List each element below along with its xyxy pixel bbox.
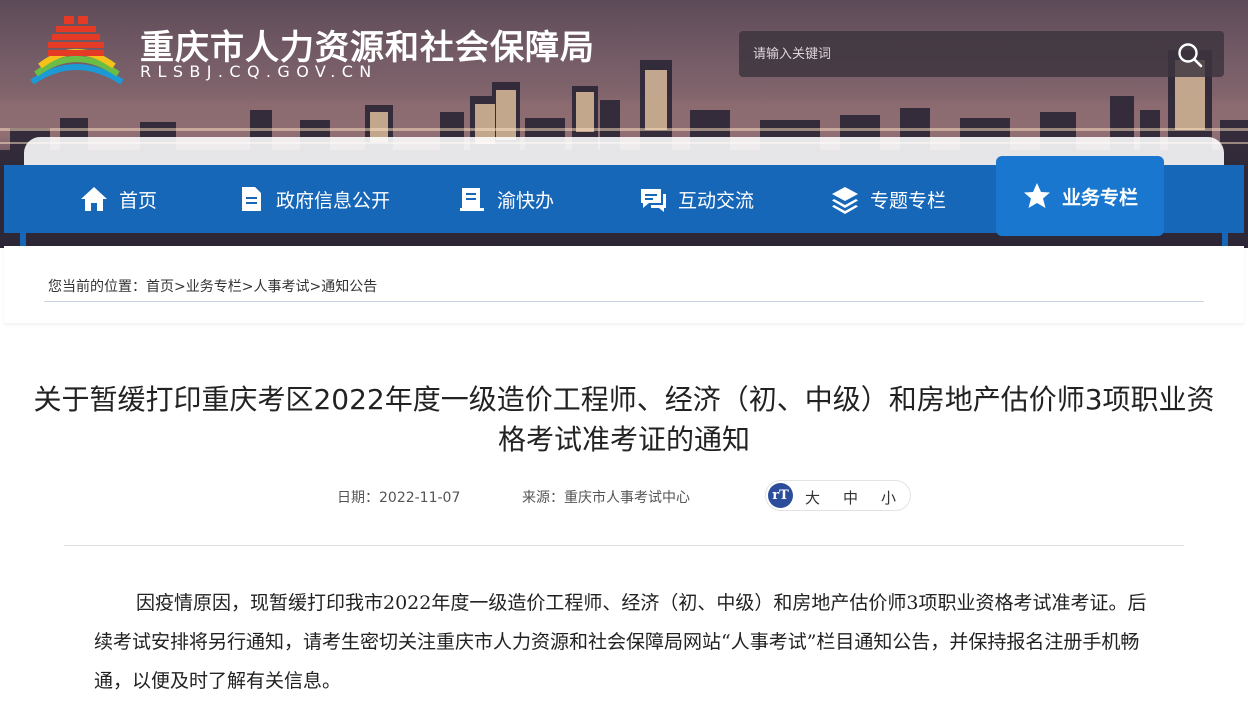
source-value: 重庆市人事考试中心	[564, 490, 690, 506]
nav-item-special-topics[interactable]: 专题专栏	[830, 165, 946, 233]
breadcrumb-separator: >	[241, 279, 254, 295]
page-root: 重庆市人力资源和社会保障局 RLSBJ.CQ.GOV.CN 首页 政府信息公开	[0, 0, 1248, 715]
article-body: 因疫情原因，现暂缓打印我市2022年度一级造价工程师、经济（初、中级）和房地产估…	[94, 584, 1154, 701]
nav-item-label: 首页	[119, 189, 158, 212]
search-bar	[739, 31, 1224, 77]
font-size-medium[interactable]: 中	[843, 487, 858, 508]
document-icon	[242, 187, 261, 211]
article-divider	[64, 545, 1184, 546]
breadcrumb-link-home[interactable]: 首页	[146, 279, 174, 295]
clipboard-icon	[460, 188, 484, 211]
breadcrumb-separator: >	[309, 279, 322, 295]
nav-item-label: 政府信息公开	[276, 189, 391, 212]
breadcrumb-prefix: 您当前的位置：	[48, 279, 146, 295]
date-label: 日期：	[337, 490, 379, 506]
nav-item-label: 互动交流	[678, 189, 755, 212]
breadcrumb-separator: >	[174, 279, 186, 295]
chat-icon	[641, 189, 666, 212]
breadcrumb-link-notice[interactable]: 通知公告	[321, 279, 377, 295]
nav-edge	[20, 233, 26, 247]
font-size-large[interactable]: 大	[805, 487, 820, 508]
nav-item-label: 专题专栏	[870, 189, 947, 212]
nav-item-label: 业务专栏	[1061, 186, 1138, 209]
layers-icon	[832, 187, 858, 214]
article-date: 日期：2022-11-07	[337, 487, 460, 507]
nav-item-yukuaiban[interactable]: 渝快办	[457, 165, 554, 233]
font-size-small[interactable]: 小	[881, 487, 896, 508]
article-paragraph: 因疫情原因，现暂缓打印我市2022年度一级造价工程师、经济（初、中级）和房地产估…	[94, 592, 1147, 692]
nav-item-home[interactable]: 首页	[79, 165, 157, 233]
nav-item-label: 渝快办	[497, 189, 555, 212]
home-icon	[81, 187, 107, 211]
font-size-icon: rT	[768, 483, 793, 508]
date-value: 2022-11-07	[379, 490, 461, 506]
rensheju-logo-icon	[30, 16, 124, 85]
breadcrumb-divider	[44, 301, 1204, 302]
search-icon[interactable]	[1177, 42, 1203, 68]
article-title: 关于暂缓打印重庆考区2022年度一级造价工程师、经济（初、中级）和房地产估价师3…	[33, 383, 1215, 456]
breadcrumb: 您当前的位置：首页>业务专栏>人事考试>通知公告	[48, 276, 377, 296]
article-source: 来源：重庆市人事考试中心	[522, 487, 690, 507]
star-icon	[1023, 183, 1050, 208]
search-input[interactable]	[753, 43, 1153, 65]
source-label: 来源：	[522, 490, 564, 506]
nav-item-interaction[interactable]: 互动交流	[638, 165, 754, 233]
nav-item-business[interactable]: 业务专栏	[996, 156, 1164, 236]
breadcrumb-link-exam[interactable]: 人事考试	[253, 279, 309, 295]
site-domain: RLSBJ.CQ.GOV.CN	[140, 62, 378, 81]
nav-item-gov-info[interactable]: 政府信息公开	[236, 165, 390, 233]
nav-edge	[1222, 233, 1228, 247]
breadcrumb-link-business[interactable]: 业务专栏	[186, 279, 242, 295]
